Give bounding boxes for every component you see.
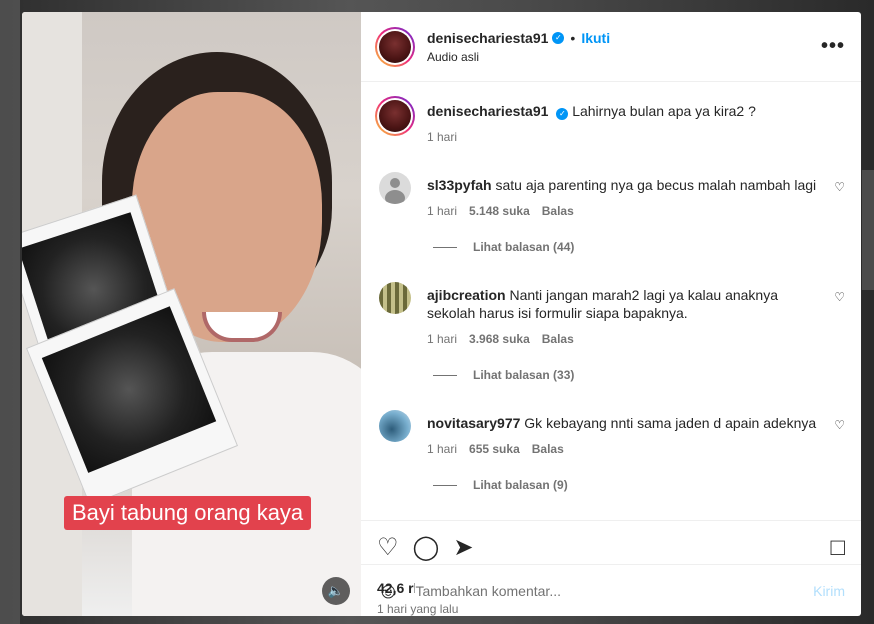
replies-divider bbox=[433, 484, 457, 486]
separator-dot: • bbox=[570, 29, 576, 46]
view-replies-label: Lihat balasan (44) bbox=[473, 240, 575, 254]
audio-label[interactable]: Audio asli bbox=[427, 50, 821, 64]
comment-item: sl33pyfah satu aja parenting nya ga becu… bbox=[375, 172, 845, 218]
view-replies-button[interactable]: Lihat balasan (44) bbox=[433, 240, 845, 254]
comment-icon[interactable]: ◯ bbox=[413, 535, 440, 560]
replies-divider bbox=[433, 246, 457, 248]
comment-username[interactable]: ajibcreation bbox=[427, 287, 506, 303]
replies-divider bbox=[433, 374, 457, 376]
author-avatar[interactable] bbox=[375, 96, 415, 136]
comment-like-icon[interactable]: ♡ bbox=[834, 418, 845, 432]
like-icon[interactable]: ♡ bbox=[377, 535, 399, 560]
post-video[interactable]: Bayi tabung orang kaya 🔈 bbox=[22, 12, 361, 616]
comment-input[interactable] bbox=[415, 582, 814, 599]
verified-badge-icon: ✓ bbox=[556, 108, 569, 120]
background-tile bbox=[862, 170, 874, 290]
verified-badge-icon: ✓ bbox=[552, 31, 565, 44]
post-sidebar: denisechariesta91 ✓ • Ikuti Audio asli •… bbox=[361, 12, 861, 616]
view-replies-label: Lihat balasan (33) bbox=[473, 368, 575, 382]
caption-username[interactable]: denisechariesta91 bbox=[427, 103, 548, 119]
comment-time[interactable]: 1 hari bbox=[427, 332, 457, 346]
comment-like-icon[interactable]: ♡ bbox=[834, 180, 845, 194]
commenter-avatar[interactable] bbox=[379, 410, 411, 442]
commenter-avatar[interactable] bbox=[379, 172, 411, 204]
comment-likes[interactable]: 3.968 suka bbox=[469, 332, 530, 346]
comment-username[interactable]: sl33pyfah bbox=[427, 177, 492, 193]
commenter-avatar[interactable] bbox=[379, 282, 411, 314]
reply-button[interactable]: Balas bbox=[542, 204, 574, 218]
comment-time[interactable]: 1 hari bbox=[427, 204, 457, 218]
add-comment-bar: ☺ Kirim bbox=[361, 564, 861, 616]
caption-text: Lahirnya bulan apa ya kira2 ? bbox=[572, 103, 756, 119]
view-replies-label: Lihat balasan (9) bbox=[473, 478, 568, 492]
view-replies-button[interactable]: Lihat balasan (33) bbox=[433, 368, 845, 382]
comment-likes[interactable]: 655 suka bbox=[469, 442, 520, 456]
comment-item: ajibcreation Nanti jangan marah2 lagi ya… bbox=[375, 282, 845, 346]
comments-list[interactable]: denisechariesta91 ✓ Lahirnya bulan apa y… bbox=[361, 82, 861, 520]
more-options-icon[interactable]: ••• bbox=[821, 35, 845, 58]
comment-time[interactable]: 1 hari bbox=[427, 442, 457, 456]
bookmark-icon[interactable]: □ bbox=[831, 535, 846, 560]
post-caption: denisechariesta91 ✓ Lahirnya bulan apa y… bbox=[375, 96, 845, 144]
reply-button[interactable]: Balas bbox=[542, 332, 574, 346]
post-modal: Bayi tabung orang kaya 🔈 denisechariesta… bbox=[22, 12, 861, 616]
post-comment-button[interactable]: Kirim bbox=[813, 583, 845, 599]
reply-button[interactable]: Balas bbox=[532, 442, 564, 456]
caption-time[interactable]: 1 hari bbox=[427, 130, 457, 144]
video-caption-overlay: Bayi tabung orang kaya bbox=[64, 496, 312, 530]
comment-username[interactable]: novitasary977 bbox=[427, 415, 520, 431]
comment-item: novitasary977 Gk kebayang nnti sama jade… bbox=[375, 410, 845, 456]
comment-text: satu aja parenting nya ga becus malah na… bbox=[495, 177, 817, 193]
author-avatar[interactable] bbox=[375, 26, 415, 67]
emoji-icon[interactable]: ☺ bbox=[377, 578, 399, 604]
share-icon[interactable]: ➤ bbox=[453, 535, 473, 560]
background-tile bbox=[0, 0, 20, 624]
author-username[interactable]: denisechariesta91 bbox=[427, 30, 548, 46]
comment-like-icon[interactable]: ♡ bbox=[834, 290, 845, 304]
follow-button[interactable]: Ikuti bbox=[581, 30, 610, 46]
speaker-icon[interactable]: 🔈 bbox=[322, 577, 350, 605]
comment-likes[interactable]: 5.148 suka bbox=[469, 204, 530, 218]
comment-text: Gk kebayang nnti sama jaden d apain adek… bbox=[524, 415, 817, 431]
post-header: denisechariesta91 ✓ • Ikuti Audio asli •… bbox=[361, 12, 861, 82]
view-replies-button[interactable]: Lihat balasan (9) bbox=[433, 478, 845, 492]
